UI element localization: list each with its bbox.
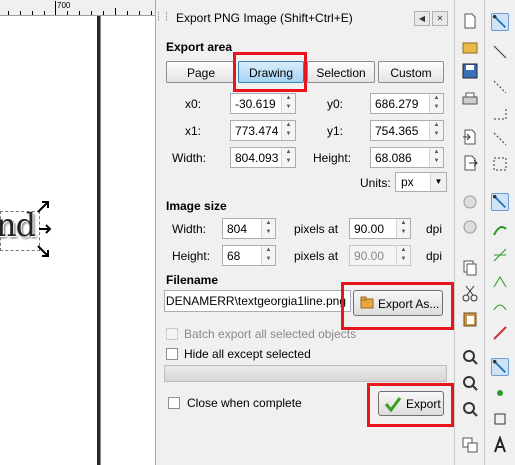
dock-grip-icon[interactable] [158, 12, 167, 21]
ruler-label: 700 [57, 1, 71, 10]
close-when-complete-checkbox[interactable] [168, 397, 180, 409]
snap-line-midpoints-icon[interactable] [491, 324, 509, 342]
units-select[interactable]: px ▼ [395, 172, 447, 192]
canvas-text[interactable]: nd [0, 206, 36, 244]
horizontal-ruler: 700 [0, 0, 155, 16]
export-progress-bar [164, 365, 447, 382]
cut-icon[interactable] [461, 284, 479, 302]
export-as-highlight [341, 282, 454, 330]
filename-heading: Filename [166, 273, 219, 287]
drawing-highlight [233, 52, 307, 92]
export-png-dialog: Export PNG Image (Shift+Ctrl+E) ◀ ✕ Expo… [155, 0, 454, 465]
area-width-spinbox[interactable]: 804.093 ▲ ▼ [230, 147, 296, 168]
page-button[interactable]: Page [166, 61, 236, 83]
close-dialog-icon[interactable]: ✕ [432, 11, 448, 26]
pixels-at-label-2: pixels at [294, 249, 339, 263]
dialog-title: Export PNG Image (Shift+Ctrl+E) [176, 11, 353, 25]
image-width-spinbox[interactable]: 804 ▲ ▼ [222, 218, 276, 239]
snap-bbox-corners-icon[interactable] [491, 104, 509, 122]
import-icon[interactable] [461, 128, 479, 146]
y0-label: y0: [327, 97, 344, 111]
commands-toolbar [454, 0, 485, 465]
scale-handle-bottom-right-icon[interactable] [36, 244, 50, 258]
hide-all-label: Hide all except selected [184, 347, 311, 361]
area-height-spinbox[interactable]: 68.086 ▲ ▼ [370, 147, 444, 168]
snap-nodes-icon[interactable] [491, 193, 509, 211]
close-when-complete-label: Close when complete [187, 396, 302, 410]
snap-intersections-icon[interactable] [491, 246, 509, 264]
y1-label: y1: [327, 124, 344, 138]
drawing-canvas[interactable]: 700 nd [0, 0, 155, 465]
open-folder-icon[interactable] [461, 38, 479, 56]
snap-paths-icon[interactable] [491, 220, 509, 238]
dpi-label-1: dpi [426, 222, 443, 236]
image-height-spinbox[interactable]: 68 ▲ ▼ [222, 245, 276, 266]
x0-spinbox[interactable]: -30.619 ▲ ▼ [230, 93, 296, 114]
batch-export-label: Batch export all selected objects [184, 327, 357, 341]
paste-icon[interactable] [461, 310, 479, 328]
image-height-label: Height: [172, 249, 211, 263]
export-highlight [367, 383, 454, 427]
dpi-x-spinbox[interactable]: 90.00 ▲ ▼ [349, 218, 411, 239]
new-document-icon[interactable] [461, 12, 479, 30]
duplicate-icon[interactable] [461, 436, 479, 454]
save-icon[interactable] [461, 62, 479, 80]
export-area-heading: Export area [166, 40, 233, 54]
snap-midpoints-icon[interactable] [491, 130, 509, 148]
zoom-drawing-icon[interactable] [461, 374, 479, 392]
page-shadow [100, 16, 101, 465]
area-height-label: Height: [313, 151, 352, 165]
snap-toggle-icon[interactable] [491, 13, 509, 31]
snap-text-baseline-icon[interactable] [491, 436, 509, 454]
pixels-at-label-1: pixels at [294, 222, 339, 236]
snap-center-icon[interactable] [491, 155, 509, 173]
y0-spinbox[interactable]: 686.279 ▲ ▼ [370, 93, 444, 114]
scale-handle-right-icon[interactable] [38, 222, 52, 236]
undo-icon[interactable] [461, 193, 479, 211]
batch-export-checkbox [166, 328, 178, 340]
redo-icon[interactable] [461, 218, 479, 236]
chevron-down-icon: ▼ [430, 173, 446, 191]
snap-smooth-nodes-icon[interactable] [491, 298, 509, 316]
snap-bbox-icon[interactable] [491, 43, 509, 61]
units-label: Units: [360, 176, 391, 190]
snap-controls-toolbar [484, 0, 515, 465]
snap-others-icon[interactable] [491, 358, 509, 376]
dpi-label-2: dpi [426, 249, 443, 263]
selection-button[interactable]: Selection [307, 61, 375, 83]
zoom-page-icon[interactable] [461, 400, 479, 418]
export-icon[interactable] [461, 154, 479, 172]
snap-rotation-center-icon[interactable] [491, 410, 509, 428]
custom-button[interactable]: Custom [378, 61, 444, 83]
snap-cusp-nodes-icon[interactable] [491, 272, 509, 290]
area-width-label: Width: [172, 151, 207, 165]
image-size-heading: Image size [166, 199, 227, 213]
hide-all-checkbox[interactable] [166, 348, 178, 360]
y1-spinbox[interactable]: 754.365 ▲ ▼ [370, 120, 444, 141]
x1-spinbox[interactable]: 773.474 ▲ ▼ [230, 120, 296, 141]
iconify-icon[interactable]: ◀ [414, 11, 430, 26]
copy-icon[interactable] [461, 258, 479, 276]
x0-label: x0: [185, 97, 202, 111]
scale-handle-top-right-icon[interactable] [36, 200, 50, 214]
snap-bbox-edges-icon[interactable] [491, 78, 509, 96]
snap-object-midpoints-icon[interactable] [491, 384, 509, 402]
print-icon[interactable] [461, 90, 479, 108]
x1-label: x1: [185, 124, 202, 138]
dpi-y-spinbox: 90.00 ▲ ▼ [349, 245, 411, 266]
zoom-selection-icon[interactable] [461, 348, 479, 366]
image-width-label: Width: [172, 222, 207, 236]
filename-input[interactable]: DENAMERR\textgeorgia1line.png [164, 290, 351, 312]
